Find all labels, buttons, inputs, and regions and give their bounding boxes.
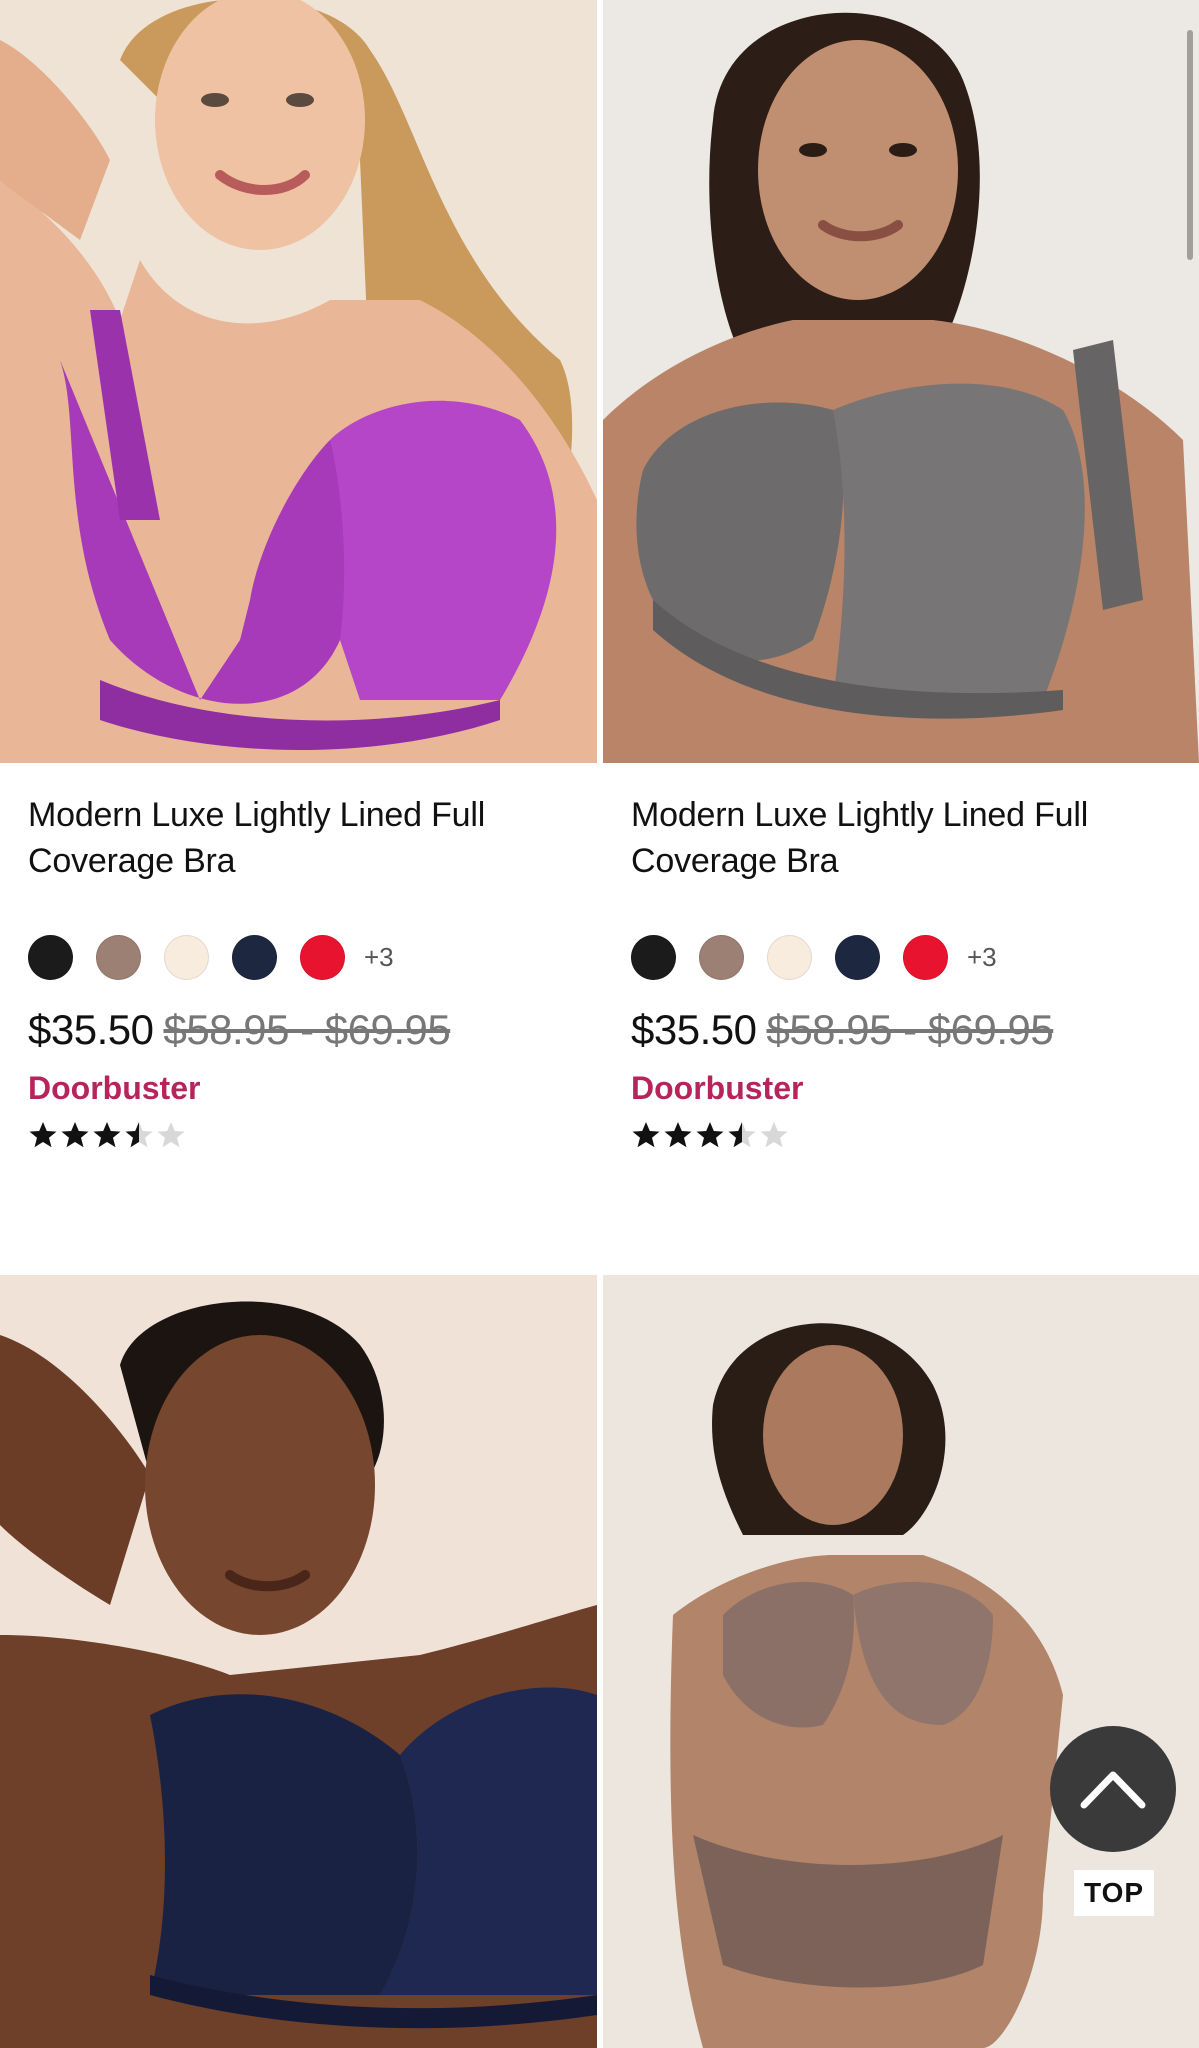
color-swatch-navy[interactable] — [835, 934, 880, 980]
product-photo-illustration — [603, 1275, 1199, 2048]
sale-price: $35.50 — [631, 1006, 757, 1053]
product-image[interactable] — [603, 1275, 1199, 2048]
star-icon — [157, 1122, 185, 1148]
scrollbar[interactable] — [1187, 30, 1193, 260]
star-icon — [728, 1122, 756, 1148]
star-rating — [28, 1117, 597, 1153]
original-price: $58.95 - $69.95 — [163, 1006, 451, 1053]
color-swatches: +3 — [631, 934, 1199, 980]
price-row: $35.50 $58.95 - $69.95 — [631, 1006, 1199, 1054]
product-grid-page: Modern Luxe Lightly Lined Full Coverage … — [0, 0, 1199, 2048]
color-swatch-black[interactable] — [28, 934, 73, 980]
star-icon — [664, 1122, 692, 1148]
grid-gutter — [597, 0, 603, 2048]
color-swatch-navy[interactable] — [232, 934, 277, 980]
product-card[interactable]: Modern Luxe Lightly Lined Full Coverage … — [603, 0, 1199, 1153]
star-icon — [760, 1122, 788, 1148]
price-row: $35.50 $58.95 - $69.95 — [28, 1006, 597, 1054]
product-photo-illustration — [603, 0, 1199, 763]
promo-badge: Doorbuster — [28, 1070, 201, 1106]
star-icon — [61, 1122, 89, 1148]
color-swatch-red[interactable] — [903, 934, 948, 980]
star-icon — [29, 1122, 57, 1148]
product-photo-illustration — [0, 1275, 597, 2048]
chevron-up-icon — [1080, 1771, 1146, 1809]
color-swatches: +3 — [28, 934, 597, 980]
star-icon — [632, 1122, 660, 1148]
sale-price: $35.50 — [28, 1006, 154, 1053]
color-swatch-ivory[interactable] — [767, 934, 812, 980]
more-colors-count[interactable]: +3 — [364, 942, 394, 973]
star-icon — [93, 1122, 121, 1148]
color-swatch-taupe[interactable] — [699, 934, 744, 980]
back-to-top-button[interactable] — [1050, 1726, 1176, 1852]
original-price: $58.95 - $69.95 — [766, 1006, 1054, 1053]
product-photo-illustration — [0, 0, 597, 763]
product-image[interactable] — [0, 1275, 597, 2048]
color-swatch-taupe[interactable] — [96, 934, 141, 980]
back-to-top-label[interactable]: TOP — [1074, 1870, 1154, 1916]
color-swatch-red[interactable] — [300, 934, 345, 980]
color-swatch-ivory[interactable] — [164, 934, 209, 980]
product-image[interactable] — [603, 0, 1199, 763]
product-image[interactable] — [0, 0, 597, 763]
product-title[interactable]: Modern Luxe Lightly Lined Full Coverage … — [631, 792, 1171, 884]
product-title[interactable]: Modern Luxe Lightly Lined Full Coverage … — [28, 792, 568, 884]
promo-badge: Doorbuster — [631, 1070, 804, 1106]
star-rating — [631, 1117, 1199, 1153]
star-icon — [125, 1122, 153, 1148]
product-card[interactable]: Modern Luxe Lightly Lined Full Coverage … — [0, 0, 597, 1153]
star-icon — [696, 1122, 724, 1148]
color-swatch-black[interactable] — [631, 934, 676, 980]
more-colors-count[interactable]: +3 — [967, 942, 997, 973]
